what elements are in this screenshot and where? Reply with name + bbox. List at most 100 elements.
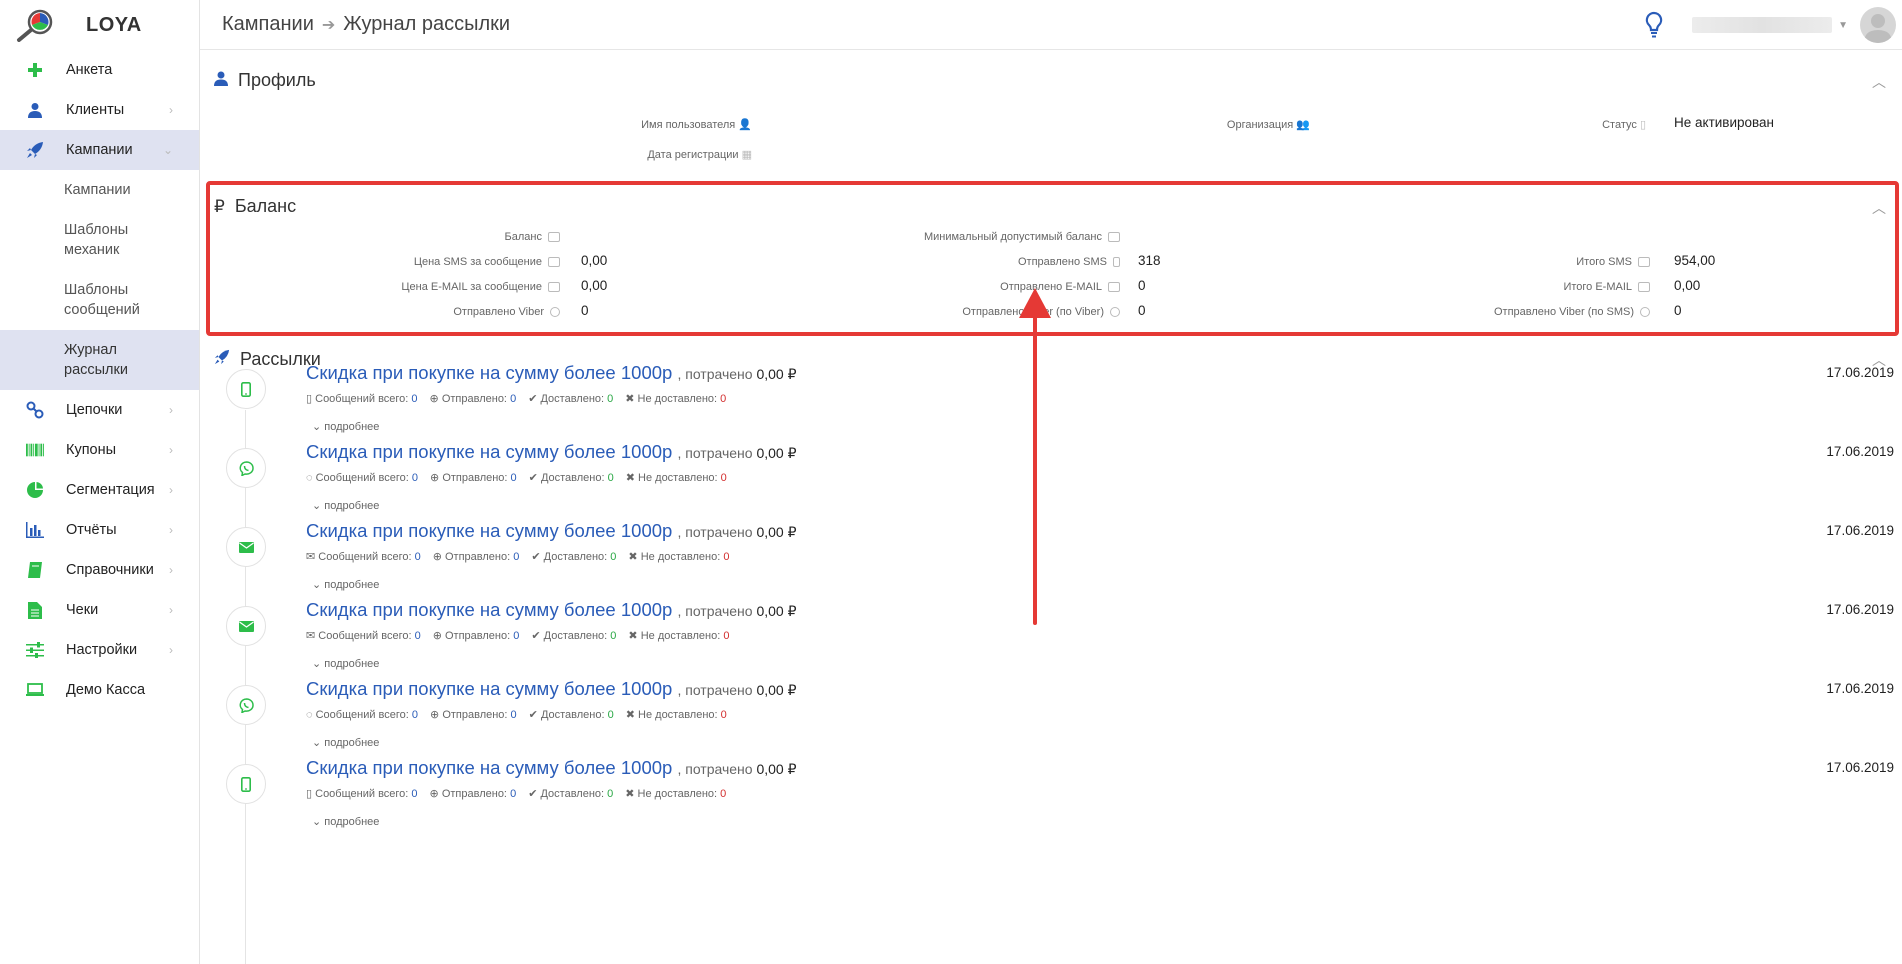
- spent-text: , потрачено 0,00 ₽: [677, 445, 797, 461]
- sidebar-item-clients[interactable]: Клиенты ›: [0, 90, 199, 130]
- channel-small-icon: ▯: [306, 393, 313, 405]
- sidebar-item-campaigns[interactable]: Кампании ⌄: [0, 130, 199, 170]
- mailing-title[interactable]: Скидка при покупке на сумму более 1000р: [306, 441, 672, 462]
- mailing-date: 17.06.2019: [1826, 602, 1894, 617]
- sidebar-item-anketa[interactable]: Анкета: [0, 50, 199, 90]
- sidebar-item-coupons[interactable]: Купоны ›: [0, 430, 199, 470]
- balance-section-title[interactable]: ₽ Баланс: [214, 196, 296, 217]
- lightbulb-icon[interactable]: [1644, 11, 1664, 39]
- profile-section-title[interactable]: Профиль: [214, 70, 316, 91]
- channel-small-icon: ▯: [306, 788, 313, 800]
- breadcrumb-campaigns[interactable]: Кампании: [222, 13, 314, 36]
- chevron-up-icon[interactable]: ︿: [1872, 198, 1886, 218]
- stat-not-delivered: ✖ Не доставлено: 0: [625, 709, 727, 721]
- times-circle-icon: ✖: [625, 709, 635, 721]
- mailing-title[interactable]: Скидка при покупке на сумму более 1000р: [306, 520, 672, 541]
- chevron-right-icon: ›: [169, 483, 173, 497]
- mailing-title-link[interactable]: Скидка при покупке на сумму более 1000р …: [306, 520, 797, 542]
- mailing-title-link[interactable]: Скидка при покупке на сумму более 1000р …: [306, 599, 797, 621]
- stat-not-delivered: ✖ Не доставлено: 0: [628, 630, 730, 642]
- sidebar-item-directories[interactable]: Справочники ›: [0, 550, 199, 590]
- annotation-arrow: [1019, 288, 1051, 625]
- mailing-title[interactable]: Скидка при покупке на сумму более 1000р: [306, 678, 672, 699]
- status-label: Статус ▯: [1602, 119, 1646, 131]
- sidebar-subitem-mechanics-templates[interactable]: Шаблоны механик: [0, 210, 200, 270]
- spent-text: , потрачено 0,00 ₽: [677, 366, 797, 382]
- sidebar-item-demo-cash[interactable]: Демо Касса: [0, 670, 199, 710]
- spent-value: 0,00 ₽: [756, 524, 797, 540]
- viber-by-sms-value: 0: [1674, 303, 1682, 318]
- sidebar-item-receipts[interactable]: Чеки ›: [0, 590, 199, 630]
- mailing-title-link[interactable]: Скидка при покупке на сумму более 1000р …: [306, 757, 797, 779]
- sidebar-item-segmentation[interactable]: Сегментация ›: [0, 470, 199, 510]
- mailing-date: 17.06.2019: [1826, 444, 1894, 459]
- viber-icon: [226, 685, 266, 725]
- spent-value: 0,00 ₽: [756, 603, 797, 619]
- sidebar-item-label: Клиенты: [66, 102, 125, 118]
- spent-text: , потрачено 0,00 ₽: [677, 682, 797, 698]
- arrow-up-circle-icon: ⊕: [429, 393, 439, 405]
- stat-total: ◌ Сообщений всего: 0: [306, 708, 419, 721]
- channel-small-icon: ✉: [306, 551, 316, 563]
- more-toggle[interactable]: ⌄ подробнее: [312, 499, 379, 512]
- link-icon: [26, 401, 44, 419]
- spent-text: , потрачено 0,00 ₽: [677, 761, 797, 777]
- total-email-value: 0,00: [1674, 278, 1701, 293]
- chevron-right-icon: ›: [169, 643, 173, 657]
- sidebar-item-label: Цепочки: [66, 402, 123, 418]
- sidebar-item-settings[interactable]: Настройки ›: [0, 630, 199, 670]
- spent-text: , потрачено 0,00 ₽: [677, 603, 797, 619]
- check-circle-icon: ✔: [528, 788, 538, 800]
- email-sent-value: 0: [1138, 278, 1146, 293]
- stat-total: ✉ Сообщений всего: 0: [306, 551, 421, 563]
- arrow-up-circle-icon: ⊕: [432, 630, 442, 642]
- check-circle-icon: ✔: [528, 709, 538, 721]
- sidebar-subitem-label: Шаблоны механик: [64, 222, 129, 258]
- sidebar-subitem-message-templates[interactable]: Шаблоны сообщений: [0, 270, 199, 330]
- calendar-icon: ▦: [741, 149, 752, 161]
- stat-sent: ⊕ Отправлено: 0: [429, 393, 517, 405]
- mailing-title[interactable]: Скидка при покупке на сумму более 1000р: [306, 362, 672, 383]
- phone-icon: [226, 764, 266, 804]
- sliders-icon: [26, 641, 44, 659]
- sidebar-subitem-mailing-log[interactable]: Журнал рассылки: [0, 330, 199, 390]
- mailing-title[interactable]: Скидка при покупке на сумму более 1000р: [306, 599, 672, 620]
- caret-down-icon[interactable]: ▼: [1838, 20, 1848, 31]
- sidebar-item-chains[interactable]: Цепочки ›: [0, 390, 199, 430]
- more-toggle[interactable]: ⌄ подробнее: [312, 815, 379, 828]
- min-balance-label: Минимальный допустимый баланс: [800, 231, 1120, 243]
- logo[interactable]: LOYA: [0, 0, 199, 50]
- spent-value: 0,00 ₽: [756, 682, 797, 698]
- sms-sent-value: 318: [1138, 253, 1161, 268]
- sidebar-item-reports[interactable]: Отчёты ›: [0, 510, 199, 550]
- more-toggle[interactable]: ⌄ подробнее: [312, 657, 379, 670]
- sidebar-subitem-campaigns[interactable]: Кампании: [0, 170, 199, 210]
- mailing-title-link[interactable]: Скидка при покупке на сумму более 1000р …: [306, 441, 797, 463]
- mailing-title-link[interactable]: Скидка при покупке на сумму более 1000р …: [306, 362, 797, 384]
- chevron-up-icon[interactable]: ︿: [1872, 72, 1886, 92]
- stat-sent: ⊕ Отправлено: 0: [432, 630, 520, 642]
- sidebar-subitem-label: Шаблоны сообщений: [64, 282, 140, 318]
- spent-text: , потрачено 0,00 ₽: [677, 524, 797, 540]
- more-toggle[interactable]: ⌄ подробнее: [312, 736, 379, 749]
- ruble-icon: ₽: [214, 196, 225, 216]
- times-circle-icon: ✖: [625, 472, 635, 484]
- stat-delivered: ✔ Доставлено: 0: [531, 630, 617, 642]
- sidebar-item-label: Отчёты: [66, 522, 117, 538]
- viber-by-sms-label: Отправлено Viber (по SMS): [1360, 306, 1650, 318]
- mailing-title[interactable]: Скидка при покупке на сумму более 1000р: [306, 757, 672, 778]
- mailing-title-link[interactable]: Скидка при покупке на сумму более 1000р …: [306, 678, 797, 700]
- file-icon: [26, 601, 44, 619]
- stat-total: ▯ Сообщений всего: 0: [306, 788, 418, 800]
- chevron-down-icon: ⌄: [312, 658, 322, 670]
- avatar[interactable]: [1860, 7, 1896, 43]
- user-name-blurred[interactable]: [1692, 17, 1833, 33]
- sidebar-item-label: Анкета: [66, 62, 113, 78]
- email-price-value: 0,00: [581, 278, 608, 293]
- check-circle-icon: ✔: [528, 393, 538, 405]
- check-circle-icon: ✔: [531, 630, 541, 642]
- more-toggle[interactable]: ⌄ подробнее: [312, 578, 379, 591]
- spent-value: 0,00 ₽: [756, 761, 797, 777]
- mailing-date: 17.06.2019: [1826, 681, 1894, 696]
- more-toggle[interactable]: ⌄ подробнее: [312, 420, 379, 433]
